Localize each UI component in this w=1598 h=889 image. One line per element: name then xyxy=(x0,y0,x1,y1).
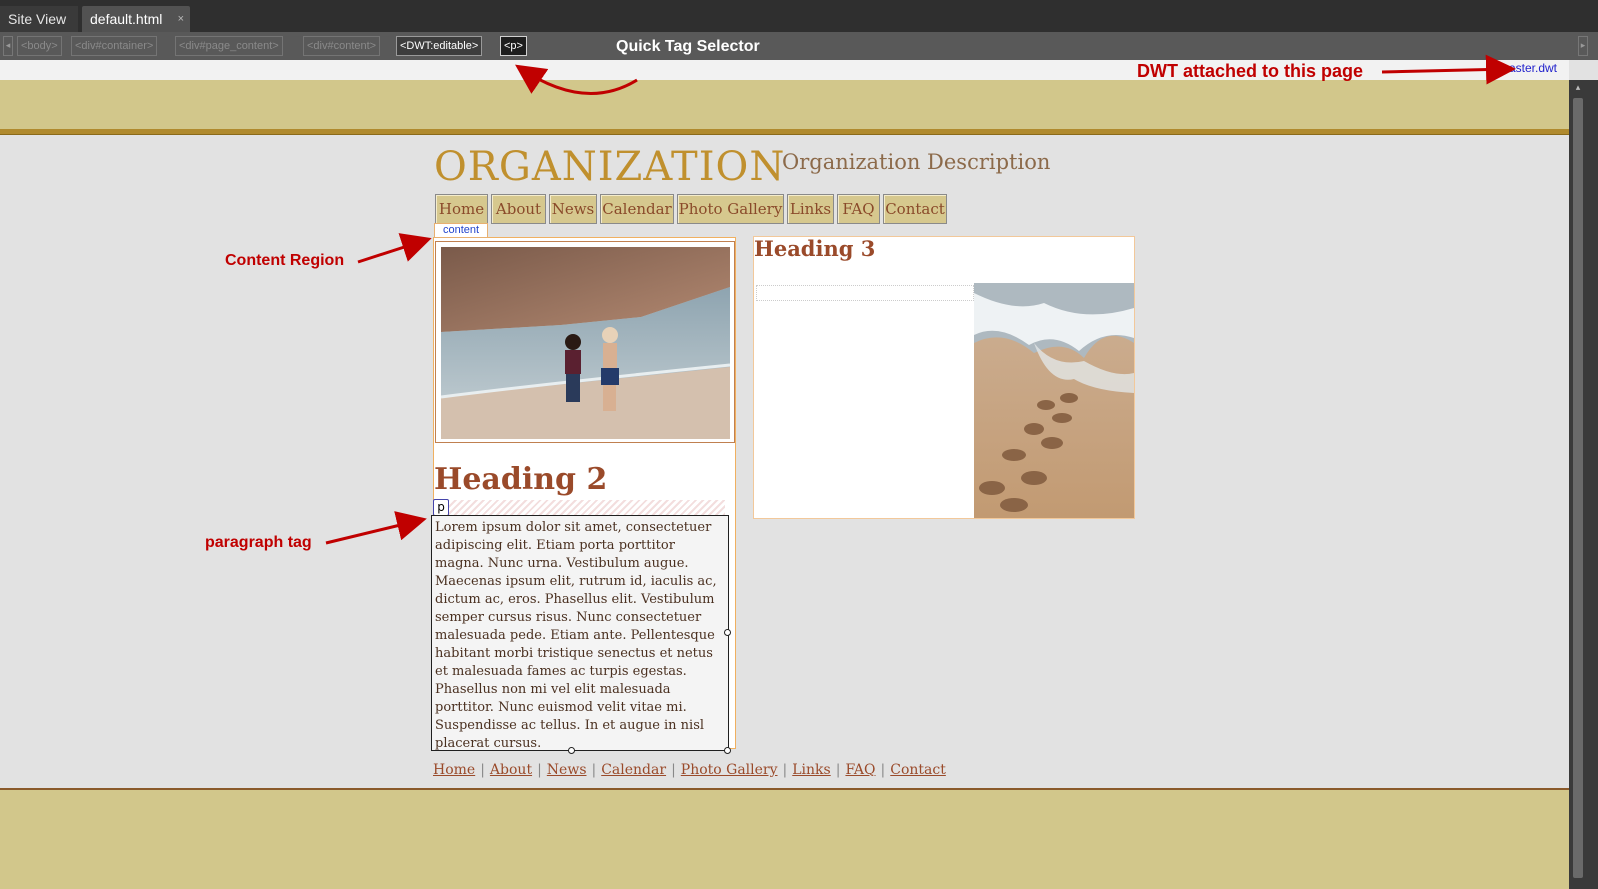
content-region-label[interactable]: content xyxy=(434,223,488,238)
selected-paragraph[interactable]: Lorem ipsum dolor sit amet, consectetuer… xyxy=(431,515,729,751)
heading-2[interactable]: Heading 2 xyxy=(434,462,607,497)
template-link[interactable]: master.dwt xyxy=(1499,61,1557,75)
tag-div-container[interactable]: <div#container> xyxy=(71,36,158,56)
tag-p-selected[interactable]: <p> xyxy=(500,36,527,56)
footer-band xyxy=(0,788,1569,889)
photo-footprints-sand[interactable] xyxy=(974,283,1134,518)
footer-link-contact[interactable]: Contact xyxy=(890,762,946,778)
footer-separator: | xyxy=(835,762,841,778)
resize-handle-bottom[interactable] xyxy=(568,747,575,754)
tag-div-page-content[interactable]: <div#page_content> xyxy=(175,36,283,56)
tab-default-html-label: default.html xyxy=(90,11,163,27)
footer-separator: | xyxy=(880,762,886,778)
paragraph-tag-annotation: paragraph tag xyxy=(205,534,312,551)
design-view[interactable]: master.dwt ORGANIZATION Organization Des… xyxy=(0,60,1569,889)
photo-footprints-sand-image xyxy=(974,283,1134,518)
empty-paragraph-outline xyxy=(756,285,974,301)
nav-home[interactable]: Home xyxy=(435,194,488,224)
header-band xyxy=(0,80,1569,130)
tag-body[interactable]: <body> xyxy=(17,36,62,56)
scroll-right-icon[interactable]: ▸ xyxy=(1578,36,1588,56)
tag-div-content[interactable]: <div#content> xyxy=(303,36,381,56)
nav-calendar[interactable]: Calendar xyxy=(600,194,674,224)
resize-handle-right[interactable] xyxy=(724,629,731,636)
quick-tag-selector-annotation: Quick Tag Selector xyxy=(616,38,760,55)
footer-link-faq[interactable]: FAQ xyxy=(845,762,875,778)
footer-separator: | xyxy=(782,762,788,778)
scrollbar-thumb[interactable] xyxy=(1573,98,1583,878)
document-tab-bar: Site View default.html × xyxy=(0,0,1598,32)
nav-faq[interactable]: FAQ xyxy=(837,194,880,224)
footer-separator: | xyxy=(671,762,676,778)
tab-default-html[interactable]: default.html × xyxy=(82,6,190,32)
p-tag-label[interactable]: p xyxy=(433,499,449,516)
tab-site-view-label: Site View xyxy=(8,11,67,27)
nav-news[interactable]: News xyxy=(549,194,597,224)
footer-separator: | xyxy=(591,762,597,778)
nav-about[interactable]: About xyxy=(491,194,546,224)
footer-separator: | xyxy=(537,762,542,778)
heading-3[interactable]: Heading 3 xyxy=(754,236,875,261)
vertical-scrollbar[interactable]: ▴ xyxy=(1569,80,1598,889)
content-region-annotation: Content Region xyxy=(225,252,345,269)
footer-separator: | xyxy=(480,762,485,778)
header-rule xyxy=(0,129,1569,135)
resize-handle-corner[interactable] xyxy=(724,747,731,754)
footer-link-links[interactable]: Links xyxy=(792,762,830,778)
footer-link-about[interactable]: About xyxy=(490,762,532,778)
photo-children-beach[interactable] xyxy=(435,241,735,443)
tab-site-view[interactable]: Site View xyxy=(0,6,78,32)
page-title: ORGANIZATION xyxy=(434,144,786,190)
close-icon[interactable]: × xyxy=(178,6,184,32)
nav-contact[interactable]: Contact xyxy=(883,194,947,224)
footer-link-photo-gallery[interactable]: Photo Gallery xyxy=(681,762,778,778)
nav-photo-gallery[interactable]: Photo Gallery xyxy=(677,194,784,224)
scroll-up-icon[interactable]: ▴ xyxy=(1573,83,1583,95)
footer-nav: Home | About | News | Calendar | Photo Gallery | L… xyxy=(433,762,946,778)
scroll-left-icon[interactable]: ◂ xyxy=(3,36,13,56)
tag-selector-bar: ◂ <body> <div#container> <div#page_conte… xyxy=(0,32,1598,60)
photo-children-beach-image xyxy=(441,247,730,439)
tag-dwt-editable[interactable]: <DWT:editable> xyxy=(396,36,483,56)
footer-link-calendar[interactable]: Calendar xyxy=(601,762,666,778)
page-subtitle: Organization Description xyxy=(782,150,1051,174)
nav-links[interactable]: Links xyxy=(787,194,834,224)
dwt-annotation: DWT attached to this page xyxy=(1137,61,1364,81)
footer-link-news[interactable]: News xyxy=(547,762,587,778)
footer-link-home[interactable]: Home xyxy=(433,762,475,778)
paragraph-margin-hatch xyxy=(433,500,725,516)
